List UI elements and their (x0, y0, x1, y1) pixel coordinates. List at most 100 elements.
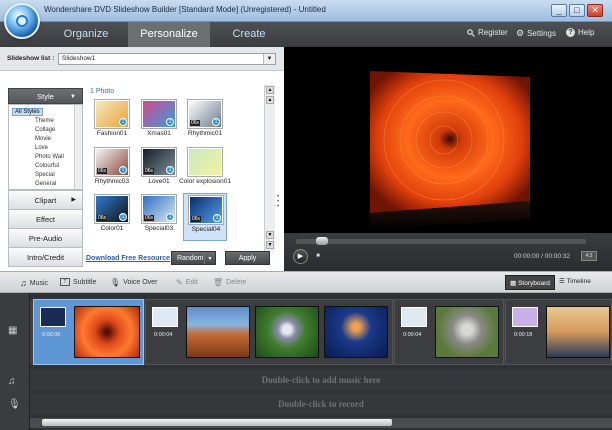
scroll-down-arrow[interactable]: ▼ (266, 231, 274, 239)
tree-item-theme[interactable]: Theme (33, 117, 56, 125)
effect-button[interactable]: Effect (8, 209, 83, 229)
music-track[interactable]: Double-click to add music here (30, 369, 612, 391)
thumbnail-image: 1 (95, 100, 129, 128)
chevron-down-icon[interactable]: ▼ (263, 54, 275, 64)
apply-button[interactable]: Apply (225, 251, 270, 265)
clip-duration: 0:00:04 (154, 332, 173, 338)
title-bar: Wondershare DVD Slideshow Builder [Stand… (0, 0, 612, 22)
photo-count-badge: 1 (119, 213, 127, 221)
thumbnail-image: 06s 1 (95, 195, 129, 223)
storyboard-scrollbar[interactable] (30, 418, 612, 428)
aspect-ratio-button[interactable]: 4:3 (581, 251, 597, 261)
thumbnail-image: 06s 1 (95, 148, 129, 176)
voice-over-button[interactable]: 🎙 Voice Over (110, 278, 157, 287)
microphone-icon: 🎙 (8, 399, 21, 410)
storyboard-toolbar: ♫ Music T Subtitle 🎙 Voice Over ✎ Edit 🗑 Dele… (0, 271, 612, 293)
style-thumbnail[interactable]: 06s 1 Special03 (137, 193, 181, 241)
clipart-button[interactable]: Clipart ▶ (8, 190, 83, 210)
style-icon (512, 307, 538, 327)
preview-screen (284, 47, 612, 233)
style-thumbnail[interactable]: 06s 1 Special04 (183, 193, 227, 241)
main-nav: Organize Personalize Create Register ⚙ S… (0, 22, 612, 47)
photo-count-badge: 1 (119, 118, 127, 126)
photo-count-badge: 1 (213, 214, 221, 222)
random-select[interactable]: Random ▼ (171, 251, 216, 265)
style-thumbnail[interactable]: 06s 1 Rhythmic01 (183, 98, 227, 146)
storyboard-clip[interactable]: 0:00:18 (505, 299, 612, 365)
seek-bar[interactable] (296, 237, 586, 245)
storyboard-clip[interactable]: 0:00:04 (145, 299, 393, 365)
tree-item-all-styles[interactable]: All Styles (12, 108, 43, 116)
subtitle-button[interactable]: T Subtitle (60, 278, 96, 286)
trash-icon: 🗑 (213, 278, 224, 287)
chevron-down-icon: ▼ (70, 94, 76, 100)
style-thumbnail[interactable]: 1 Fashion01 (90, 98, 134, 146)
tree-scrollbar[interactable] (74, 105, 82, 189)
style-grid: 1 Photo 1 Fashion01 1 Xmas01 06s 1 Rhythmic01 0… (84, 85, 276, 251)
style-thumbnail[interactable]: 06s 1 Color01 (90, 193, 134, 241)
tree-item-special[interactable]: Special (33, 171, 57, 179)
tree-item-collage[interactable]: Collage (33, 126, 57, 134)
scroll-down-arrow[interactable]: ▼ (266, 241, 274, 249)
chevron-down-icon[interactable]: ▼ (204, 252, 215, 264)
clip-thumbnail (546, 306, 610, 358)
style-header-button[interactable]: Style ▼ (8, 88, 83, 104)
tab-create[interactable]: Create (210, 22, 288, 47)
maximize-button[interactable]: □ (569, 4, 585, 17)
style-thumbnail[interactable]: 06s 1 Love01 (137, 146, 181, 194)
timeline-view-button[interactable]: ☰ Timeline (559, 277, 591, 285)
tab-personalize[interactable]: Personalize (128, 22, 210, 47)
tree-item-general[interactable]: General (33, 180, 58, 188)
help-label: Help (578, 28, 595, 37)
tree-item-photo-wall[interactable]: Photo Wall (33, 153, 66, 161)
style-thumbnail[interactable]: Color explosion01 (179, 146, 231, 194)
preview-image (370, 71, 530, 231)
stop-button[interactable]: ■ (314, 252, 322, 260)
settings-link[interactable]: ⚙ Settings (516, 28, 556, 39)
time-display: 00:00:00 / 00:00:32 (514, 253, 571, 260)
tab-organize[interactable]: Organize (44, 22, 128, 47)
photo-count-badge: 1 (166, 213, 174, 221)
panel-splitter[interactable]: • • • (277, 194, 282, 215)
thumbnail-caption: Color explosion01 (178, 178, 232, 185)
clip-duration: 0:00:18 (514, 332, 533, 338)
seek-handle[interactable] (316, 237, 328, 245)
register-icon (467, 28, 475, 37)
intro-credit-button[interactable]: Intro/Credit (8, 247, 83, 267)
pre-audio-button[interactable]: Pre-Audio (8, 228, 83, 248)
duration-badge: 06s (97, 168, 108, 174)
minimize-button[interactable]: _ (551, 4, 567, 17)
thumbnail-caption: Special04 (191, 226, 221, 233)
storyboard-clip[interactable]: 0:00:06 (33, 299, 144, 365)
pencil-icon: ✎ (176, 278, 183, 287)
tree-item-love[interactable]: Love (33, 144, 50, 152)
help-link[interactable]: ? Help (566, 28, 594, 37)
edit-label: Edit (185, 279, 198, 286)
edit-button[interactable]: ✎ Edit (176, 278, 198, 287)
register-label: Register (478, 28, 508, 37)
close-button[interactable]: ✕ (587, 4, 603, 17)
transition-icon (401, 307, 427, 327)
photo-count-badge: 1 (166, 166, 174, 174)
scrollbar-thumb[interactable] (42, 419, 392, 426)
tree-item-colourful[interactable]: Colourful (33, 162, 61, 170)
storyboard-view-button[interactable]: ▦ Storyboard (505, 275, 555, 290)
style-thumbnail[interactable]: 06s 1 Rhythmic03 (90, 146, 134, 194)
grid-scrollbar[interactable]: ▲ ▲ ▼ ▼ (264, 85, 275, 251)
style-thumbnail[interactable]: 1 Xmas01 (137, 98, 181, 146)
scroll-up-arrow[interactable]: ▲ (266, 96, 274, 104)
delete-button[interactable]: 🗑 Delete (213, 278, 246, 287)
thumbnail-image: 1 (142, 100, 176, 128)
play-button[interactable]: ▶ (293, 249, 308, 264)
voice-track[interactable]: Double-click to record (30, 393, 612, 415)
storyboard-clip[interactable]: 0:00:04 (394, 299, 504, 365)
register-link[interactable]: Register (467, 28, 508, 37)
tree-item-movie[interactable]: Movie (33, 135, 53, 143)
track-icon-column: ▦ ♫ 🎙 (0, 293, 30, 430)
clip-duration: 0:00:04 (403, 332, 422, 338)
timeline-label: Timeline (566, 278, 591, 285)
slideshow-list-select[interactable]: Slideshow1 ▼ (58, 53, 276, 65)
music-button[interactable]: ♫ Music (20, 278, 48, 288)
download-free-resource-link[interactable]: Download Free Resource (86, 255, 170, 262)
scroll-up-arrow[interactable]: ▲ (266, 86, 274, 94)
